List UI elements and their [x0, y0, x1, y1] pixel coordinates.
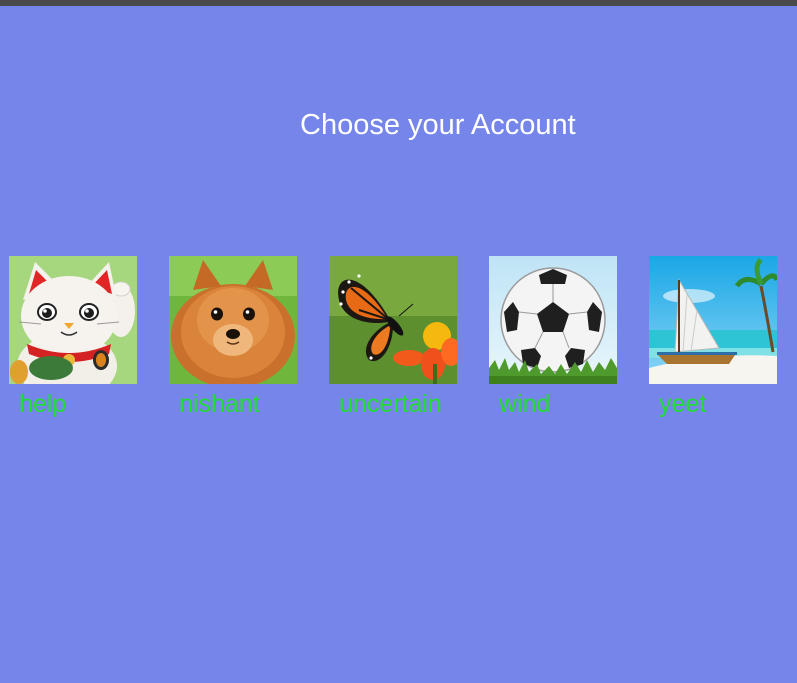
pomeranian-dog-icon[interactable]	[169, 256, 297, 384]
account-list: help nishant uncertain wind yeet	[0, 256, 797, 426]
account-name-label[interactable]: help	[19, 389, 66, 419]
soccer-ball-icon[interactable]	[489, 256, 617, 384]
account-name-label[interactable]: wind	[499, 389, 550, 419]
account-name-label[interactable]: uncertain	[339, 389, 442, 419]
account-tile-nishant[interactable]: nishant	[169, 256, 319, 421]
page-title: Choose your Account	[300, 109, 576, 141]
sailboat-beach-icon[interactable]	[649, 256, 777, 384]
lucky-cat-icon[interactable]	[9, 256, 137, 384]
account-name-label[interactable]: nishant	[179, 389, 260, 419]
butterfly-flower-icon[interactable]	[329, 256, 457, 384]
account-tile-yeet[interactable]: yeet	[649, 256, 797, 421]
account-tile-help[interactable]: help	[9, 256, 159, 421]
account-tile-uncertain[interactable]: uncertain	[329, 256, 479, 421]
account-tile-wind[interactable]: wind	[489, 256, 639, 421]
window-top-bar	[0, 0, 797, 6]
account-name-label[interactable]: yeet	[659, 389, 706, 419]
